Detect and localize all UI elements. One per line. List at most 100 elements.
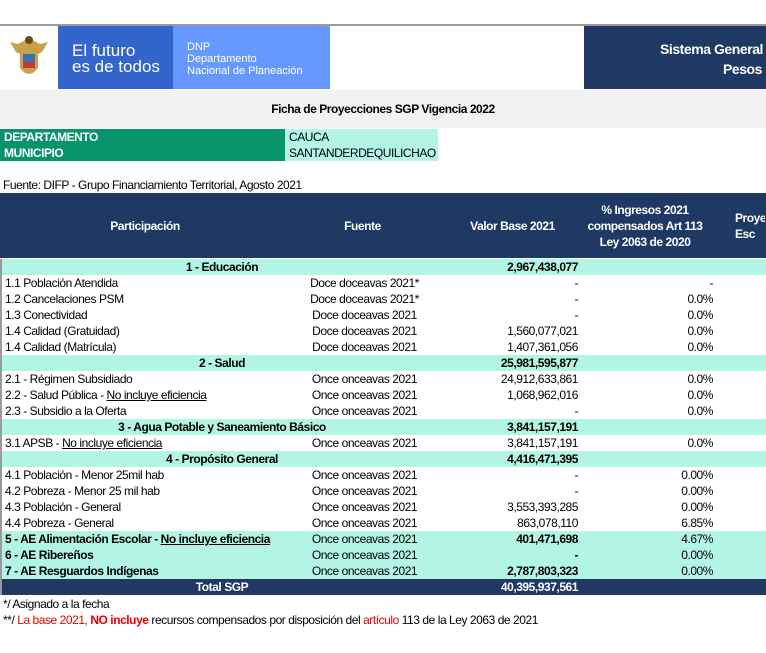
row-label-text: 1.4 Calidad (Gratuidad) [5,324,120,338]
row-valor-base: 2,787,803,323 [507,564,578,578]
row-label: 1.1 Población Atendida [5,275,118,291]
row-label-text: 1.3 Conectividad [5,308,88,322]
footnote-1: */ Asignado a la fecha [3,597,110,611]
row-valor-base: 863,078,110 [517,516,578,530]
row-label: 3 - Agua Potable y Saneamiento Básico [118,420,326,434]
table-row: 1.4 Calidad (Matrícula) Doce doceavas 202… [0,339,766,355]
row-label-text: 3.1 APSB - [5,436,63,450]
row-label: 4.3 Población - General [5,499,121,515]
fn-red-bold: NO incluye [90,613,149,627]
department-value: CAUCA [285,129,438,145]
row-valor-base: 40,395,937,561 [500,580,579,594]
row-label: 4.2 Pobreza - Menor 25 mil hab [5,483,160,499]
row-valor-base: - [574,548,578,562]
row-label: 1 - Educación [185,260,259,274]
table-row: 2.2 - Salud Pública - No incluye eficien… [0,387,766,403]
table-row: 1.2 Cancelaciones PSM Doce doceavas 2021*… [0,291,766,307]
row-label: 1.4 Calidad (Gratuidad) [5,323,120,339]
row-pct: 0.00% [681,500,713,514]
row-label-text: 4.2 Pobreza - Menor 25 mil hab [5,484,160,498]
row-label-text: 4.3 Población - General [5,500,121,514]
group-row: 4 - Propósito General 4,416,471,395 [0,451,766,467]
row-pct: - [709,276,713,290]
row-label-text: 1.2 Cancelaciones PSM [5,292,124,306]
row-fuente: Doce doceavas 2021* [310,276,419,290]
table-row: 3.1 APSB - No incluye eficiencia Once onc… [0,435,766,451]
dnp-abbr: DNP [187,41,211,53]
row-pct: 6.85% [681,516,713,530]
row-label-text: 2.2 - Salud Pública - [5,388,107,402]
no-eficiencia-note: No incluye eficiencia [160,532,271,546]
row-pct: 0.0% [687,372,713,386]
table-row: 4.4 Pobreza - General Once onceavas 2021 8… [0,515,766,531]
fn-red-1: La base 2021, [17,613,91,627]
municipality-value: SANTANDERDEQUILICHAO [285,145,438,161]
row-pct: 0.0% [687,388,713,402]
row-valor-base: - [574,292,578,306]
row-label: 4.4 Pobreza - General [5,515,114,531]
table-row: 1.4 Calidad (Gratuidad) Doce doceavas 202… [0,323,766,339]
row-valor-base: - [574,276,578,290]
ae-row: 5 - AE Alimentación Escolar - No incluye… [0,531,766,547]
row-label-text: 1.4 Calidad (Matrícula) [5,340,117,354]
row-label-text: 6 - AE Ribereños [5,548,94,562]
ae-row: 7 - AE Resguardos Indígenas Once onceavas… [0,563,766,579]
col-participacion: Participación [110,219,180,233]
row-fuente: Once onceavas 2021 [311,388,418,402]
fn-red-2: artículo [363,613,399,627]
system-title-line1: Sistema General [660,41,763,57]
row-valor-base: - [574,404,578,418]
row-label-text: 2.3 - Subsidio a la Oferta [5,404,127,418]
row-fuente: Once onceavas 2021 [311,484,418,498]
row-label-text: 5 - AE Alimentación Escolar - [5,532,161,546]
row-label: 2.1 - Régimen Subsidiado [5,371,133,387]
row-label: 3.1 APSB - No incluye eficiencia [5,435,162,451]
table-row: 2.1 - Régimen Subsidiado Once onceavas 20… [0,371,766,387]
table-row: 4.2 Pobreza - Menor 25 mil hab Once oncea… [0,483,766,499]
row-valor-base: - [574,308,578,322]
row-label: 2.3 - Subsidio a la Oferta [5,403,126,419]
row-label-text: 1.1 Población Atendida [5,276,118,290]
no-eficiencia-note: No incluye eficiencia [106,388,207,402]
row-pct: 0.00% [681,548,713,562]
row-fuente: Once onceavas 2021 [311,516,418,530]
row-label: 4.1 Población - Menor 25mil hab [5,467,164,483]
system-title-line2: Pesos [723,61,762,77]
department-label: DEPARTAMENTO [0,129,285,145]
row-valor-base: 1,068,962,016 [507,388,578,402]
col-valor-base: Valor Base 2021 [470,219,555,233]
table-row: 4.3 Población - General Once onceavas 202… [0,499,766,515]
page-title: Ficha de Proyecciones SGP Vigencia 2022 [0,90,766,128]
row-label: 5 - AE Alimentación Escolar - No incluye… [5,531,270,547]
row-label-text: 2.1 - Régimen Subsidiado [5,372,133,386]
row-pct: 0.0% [687,324,713,338]
table-row: 1.3 Conectividad Doce doceavas 2021 - 0.0% [0,307,766,323]
ae-row: 6 - AE Ribereños Once onceavas 2021 - 0.00% [0,547,766,563]
source-note: Fuente: DIFP - Grupo Financiamiento Terr… [3,178,302,192]
row-label: 2.2 - Salud Pública - No incluye eficien… [5,387,207,403]
col-fuente: Fuente [344,219,381,233]
row-label-text: 4.1 Población - Menor 25mil hab [5,468,164,482]
row-pct: 0.0% [687,404,713,418]
row-pct: 0.00% [681,564,713,578]
row-valor-base: 401,471,698 [516,532,578,546]
fn-text-1: recursos compensados por disposición del [148,613,364,627]
row-pct: 0.0% [687,436,713,450]
row-fuente: Once onceavas 2021 [311,404,418,418]
row-valor-base: 3,841,157,191 [507,436,578,450]
col-proyeccion: Proye Esc [735,211,765,241]
table-row: 4.1 Población - Menor 25mil hab Once once… [0,467,766,483]
row-valor-base: 3,553,393,285 [507,500,578,514]
municipality-label: MUNICIPIO [0,145,285,161]
row-fuente: Once onceavas 2021 [311,548,418,562]
row-pct: 4.67% [681,532,713,546]
row-valor-base: 1,560,077,021 [507,324,578,338]
row-pct: 0.00% [681,468,713,482]
dnp-logo: DNP Departamento Nacional de Planeación [173,26,330,89]
row-fuente: Once onceavas 2021 [311,564,418,578]
row-fuente: Doce doceavas 2021 [312,308,417,322]
row-label: 1.2 Cancelaciones PSM [5,291,124,307]
row-pct: 0.0% [687,340,713,354]
row-valor-base: 3,841,157,191 [507,420,578,434]
row-valor-base: 4,416,471,395 [507,452,578,466]
